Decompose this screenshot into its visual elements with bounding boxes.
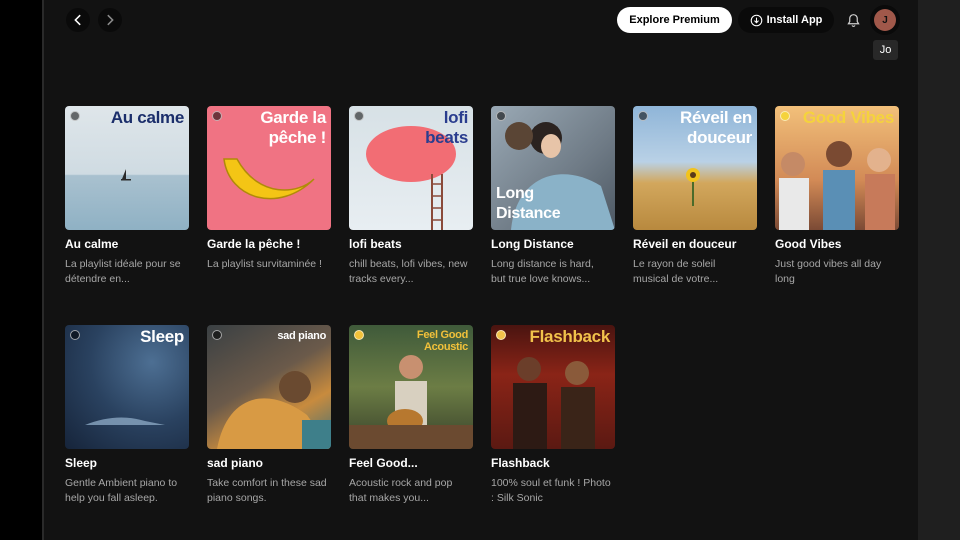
playlist-cover: Flashback [491,325,615,449]
left-sidebar [0,0,44,540]
cover-title: sad piano [277,330,326,342]
playlist-title: Long Distance [491,237,574,251]
playlist-cover: Garde la pêche ! [207,106,331,230]
person-photo [217,371,331,449]
right-panel [918,0,960,540]
playlist-cover: Réveil en douceur [633,106,757,230]
playlist-card[interactable]: Flashback Flashback 100% soul et funk ! … [491,325,615,506]
playlist-cover: sad piano [207,325,331,449]
spotify-logo-icon [212,111,222,121]
playlist-card[interactable]: sad piano sad piano Take comfort in thes… [207,325,331,506]
playlist-title: Sleep [65,456,98,470]
cover-title: Long Distance [496,185,561,222]
playlist-cover: lofi beats [349,106,473,230]
playlist-description: Acoustic rock and pop that makes you... [349,477,453,504]
playlist-title: Au calme [65,237,119,251]
playlist-cover: Good Vibes [775,106,899,230]
playlist-card[interactable]: Garde la pêche ! Garde la pêche ! La pla… [207,106,331,287]
cover-title: Good Vibes [802,108,894,127]
main-view: Explore Premium Install App J Jo Au calm… [44,0,918,540]
forward-button[interactable] [98,8,122,32]
cover-title: Sleep [140,327,184,346]
sunflower-icon [686,168,700,206]
playlist-description: La playlist idéale pour se détendre en..… [65,258,181,285]
back-button[interactable] [66,8,90,32]
playlist-title: Good Vibes [775,237,842,251]
playlist-title: Garde la pêche ! [207,237,301,251]
install-app-button[interactable]: Install App [738,7,834,33]
playlist-title: Flashback [491,456,550,470]
spotify-logo-icon [354,111,364,121]
playlist-description: Long distance is hard, but true love kno… [491,258,594,285]
island-icon [85,417,165,425]
playlist-title: Réveil en douceur [633,237,737,251]
cover-title: lofi beats [425,108,468,147]
notifications-button[interactable] [840,7,866,33]
playlist-title: sad piano [207,456,264,470]
playlist-description: La playlist survitaminée ! [207,258,322,270]
cover-title: Garde la pêche ! [260,108,326,147]
playlist-card[interactable]: Réveil en douceur Réveil en douceur Le r… [633,106,757,287]
playlist-card[interactable]: Long Distance Long Distance Long distanc… [491,106,615,287]
cover-title: Flashback [529,327,611,346]
playlist-title: lofi beats [349,237,402,251]
playlist-card[interactable]: Feel Good Acoustic Feel Good... Acoustic… [349,325,473,506]
cover-title: Feel Good Acoustic [416,329,468,353]
explore-premium-button[interactable]: Explore Premium [617,7,732,33]
playlist-description: Le rayon de soleil musical de votre... [633,258,719,285]
avatar: J [874,9,896,31]
playlist-cover: Au calme [65,106,189,230]
cover-title: Réveil en douceur [680,108,752,147]
spotify-logo-icon [70,111,80,121]
playlist-card[interactable]: Good Vibes Good Vibes Just good vibes al… [775,106,899,287]
playlist-title: Feel Good... [349,456,418,470]
banana-icon [223,158,315,200]
avatar-tooltip: Jo [873,40,898,60]
playlist-description: 100% soul et funk ! Photo : Silk Sonic [491,477,611,504]
playlist-description: chill beats, lofi vibes, new tracks ever… [349,258,468,285]
spotify-logo-icon [638,111,648,121]
cover-title: Au calme [110,108,184,127]
spotify-logo-icon [70,330,80,340]
playlist-card[interactable]: Au calme Au calme La playlist idéale pou… [65,106,189,287]
profile-button[interactable]: J [870,5,900,35]
playlist-card[interactable]: Sleep Sleep Gentle Ambient piano to help… [65,325,189,506]
playlist-description: Gentle Ambient piano to help you fall as… [65,477,178,504]
install-app-label: Install App [766,14,823,26]
playlist-description: Just good vibes all day long [775,258,882,285]
playlist-cover: Long Distance [491,106,615,230]
playlist-cover: Sleep [65,325,189,449]
playlist-description: Take comfort in these sad piano songs. [207,477,327,504]
chevron-right-icon [107,14,114,26]
playlist-card[interactable]: lofi beats lofi beats chill beats, lofi … [349,106,473,287]
playlist-cover: Feel Good Acoustic [349,325,473,449]
bell-icon [846,13,860,27]
chevron-left-icon [74,14,81,26]
download-icon [750,14,762,26]
sailboat-icon [121,169,131,181]
